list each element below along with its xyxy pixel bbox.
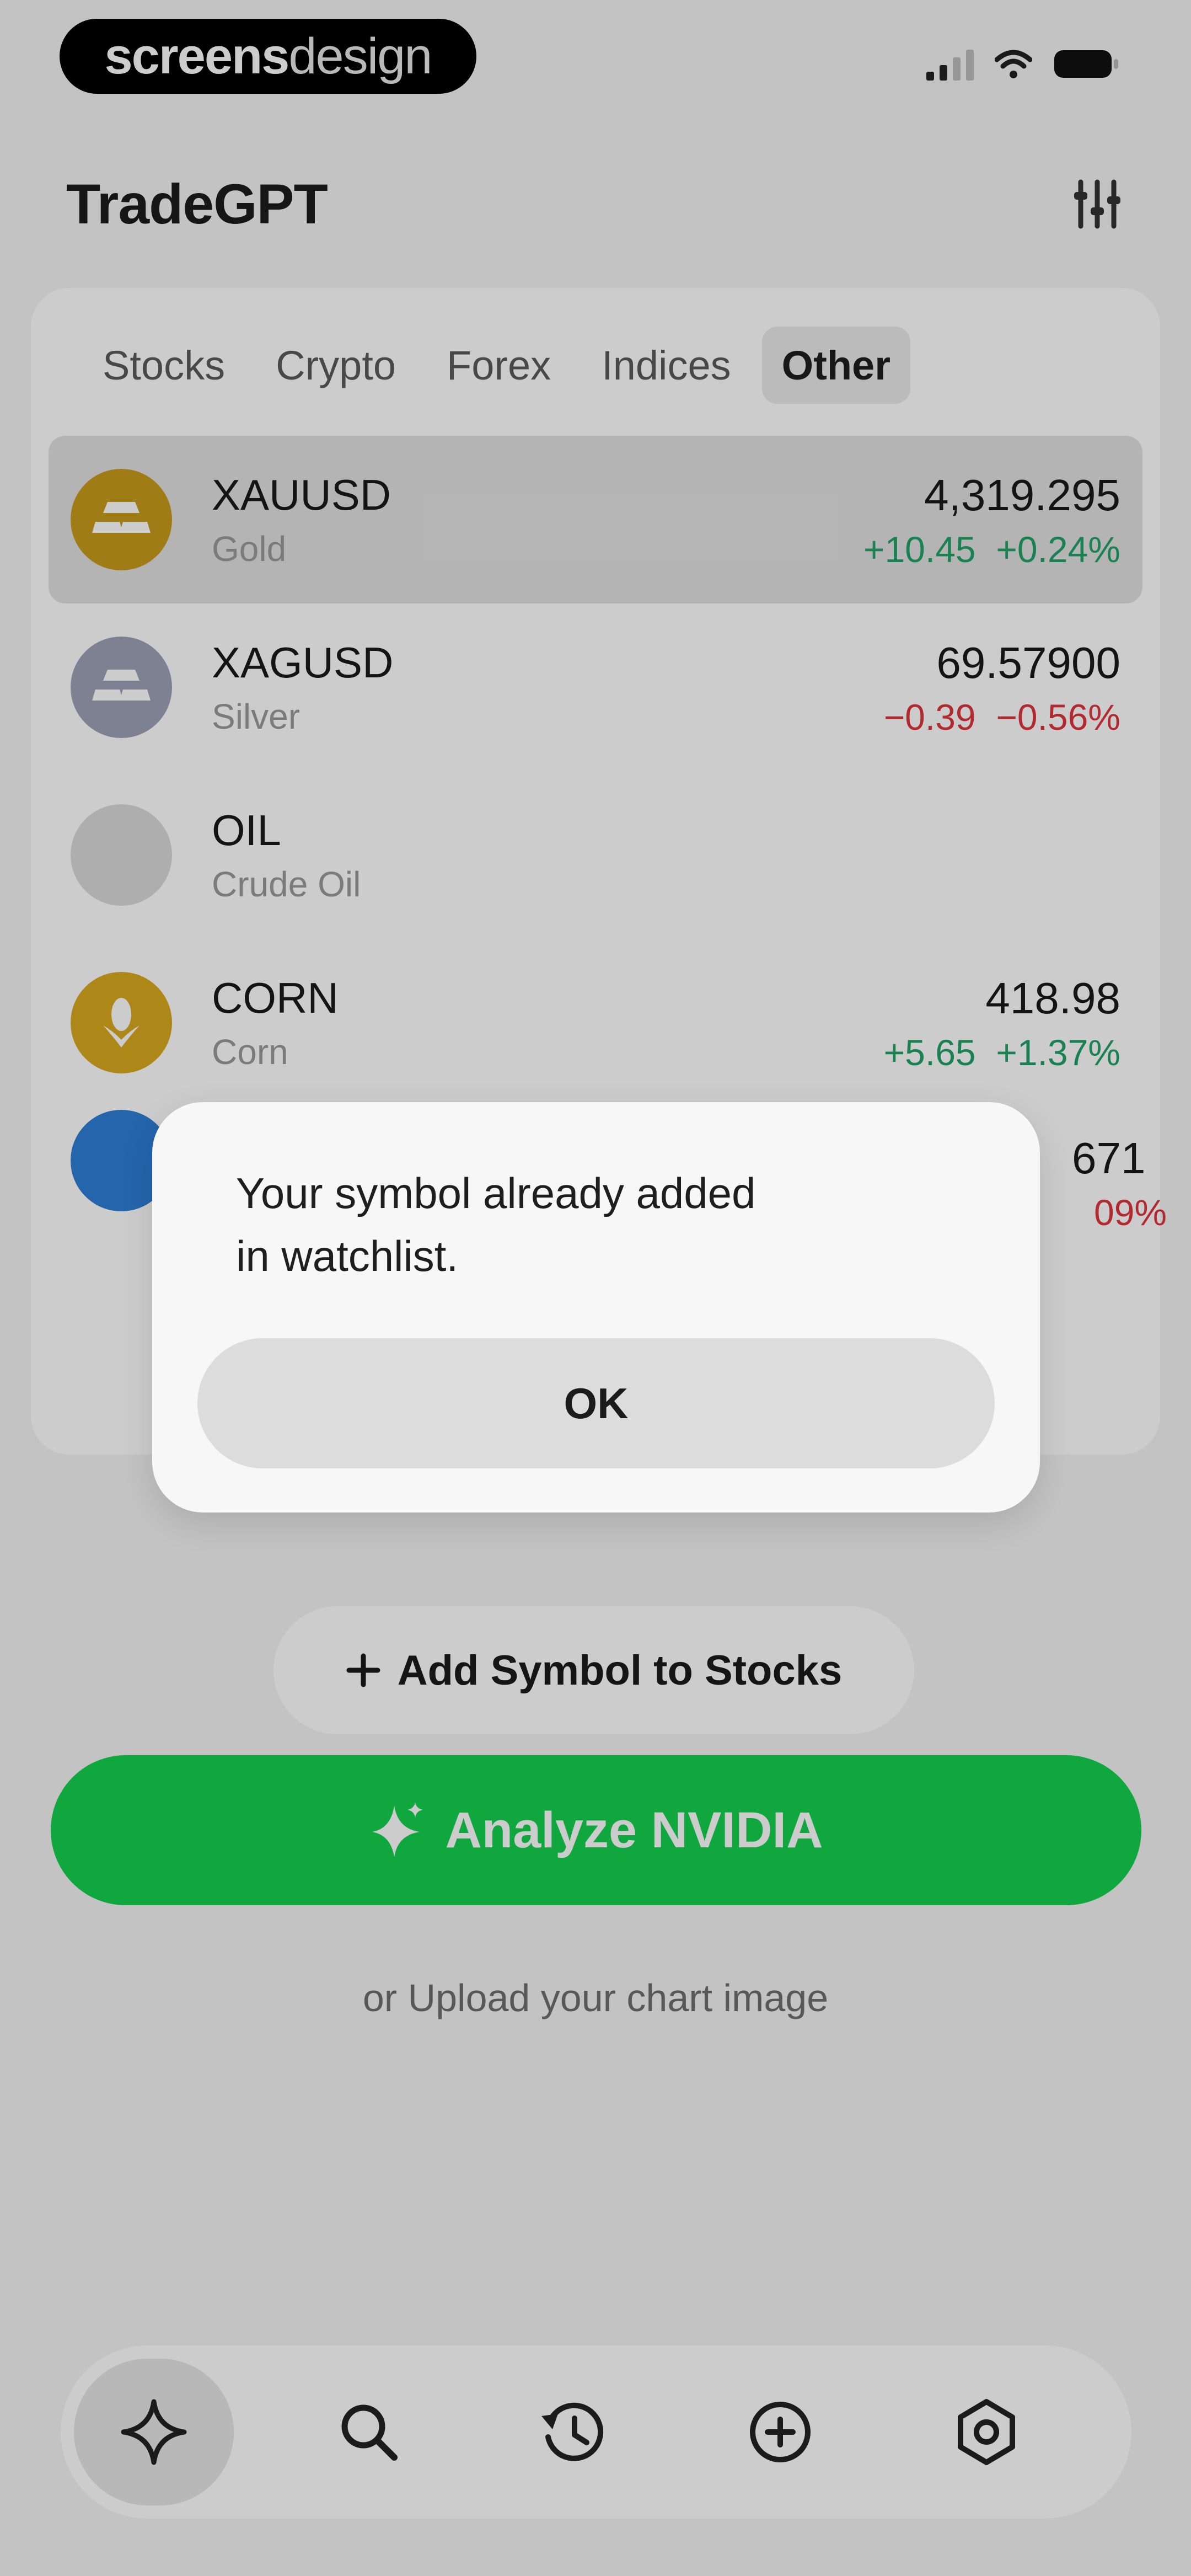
alert-message: Your symbol already added in watchlist. (236, 1162, 953, 1287)
alert-message-line: Your symbol already added (236, 1169, 756, 1217)
alert-dialog: Your symbol already added in watchlist. … (152, 1102, 1040, 1513)
alert-message-line: in watchlist. (236, 1232, 459, 1280)
app-screen: screens design TradeGPT Stocks Crypto Fo… (0, 0, 1191, 2576)
ok-button[interactable]: OK (197, 1338, 995, 1468)
